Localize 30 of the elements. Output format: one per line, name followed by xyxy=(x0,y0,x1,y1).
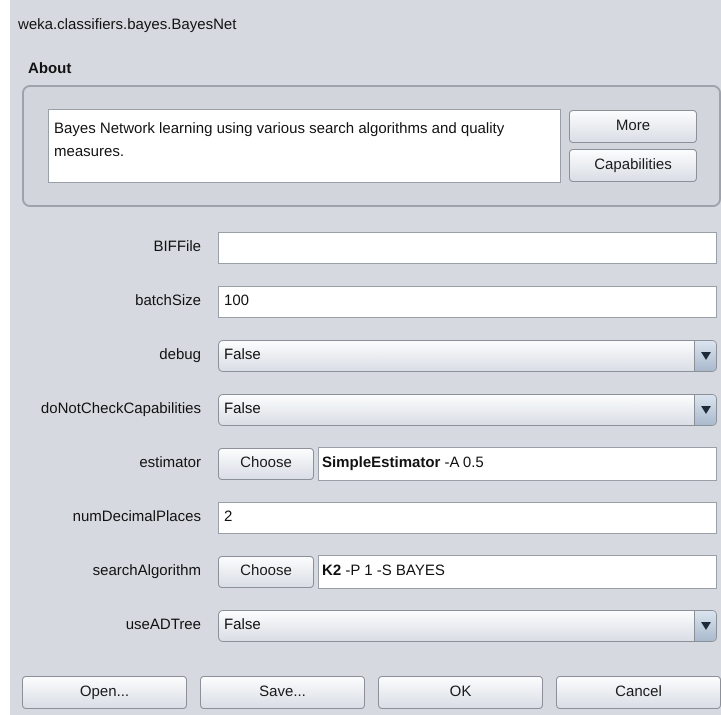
property-label: BIFFile xyxy=(152,237,202,258)
dropdown-arrow-icon xyxy=(700,406,710,414)
property-label: estimator xyxy=(138,453,202,474)
dropdown[interactable]: False xyxy=(218,610,717,642)
dialog-button[interactable]: OK xyxy=(378,676,543,708)
dialog-button[interactable]: Save... xyxy=(200,676,365,708)
more-button[interactable]: More xyxy=(569,110,697,142)
choose-button[interactable]: Choose xyxy=(218,556,314,588)
capabilities-button[interactable]: Capabilities xyxy=(569,148,697,182)
dropdown[interactable]: False xyxy=(218,394,717,426)
property-label: doNotCheckCapabilities xyxy=(40,399,202,420)
description-text: Bayes Network learning using various search algorithms and quality measures. xyxy=(48,108,561,182)
text-field[interactable]: 2 xyxy=(218,502,717,534)
dialog-button[interactable]: Open... xyxy=(22,676,187,708)
property-label: searchAlgorithm xyxy=(92,561,202,582)
property-label: debug xyxy=(158,345,202,366)
value-field[interactable]: SimpleEstimator -A 0.5 xyxy=(318,446,717,480)
dropdown[interactable]: False xyxy=(218,340,717,372)
value-field[interactable]: K2 -P 1 -S BAYES xyxy=(318,554,717,588)
dialog-button[interactable]: Cancel xyxy=(556,676,721,708)
choose-button[interactable]: Choose xyxy=(218,448,314,480)
dropdown-arrow-icon xyxy=(700,352,710,360)
property-label: batchSize xyxy=(134,291,202,312)
text-field[interactable]: 100 xyxy=(218,286,717,318)
property-label: numDecimalPlaces xyxy=(72,507,202,528)
window-title: weka.classifiers.bayes.BayesNet xyxy=(17,15,238,35)
text-field[interactable] xyxy=(218,232,717,264)
property-label: useADTree xyxy=(124,615,202,636)
dropdown-arrow-icon xyxy=(700,622,710,630)
section-heading: About xyxy=(27,59,72,79)
